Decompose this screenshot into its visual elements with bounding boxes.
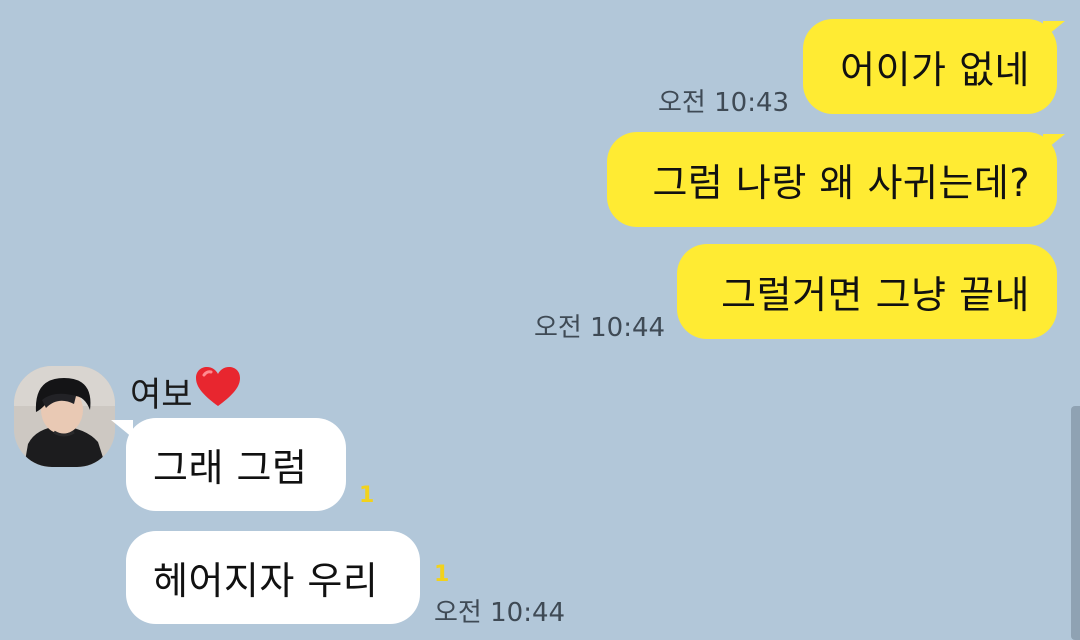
heart-icon	[195, 366, 241, 417]
message-text: 헤어지자 우리	[153, 559, 379, 603]
incoming-message-bubble[interactable]: 그래 그럼	[126, 418, 346, 511]
sender-name: 여보	[130, 366, 241, 417]
scrollbar[interactable]	[1071, 406, 1080, 640]
bubble-tail	[111, 420, 133, 438]
sender-name-label: 여보	[130, 375, 193, 415]
message-text: 그럴거면 그냥 끝내	[721, 273, 1030, 317]
bubble-tail	[1043, 134, 1065, 152]
message-timestamp: 오전 10:43	[658, 88, 790, 118]
message-timestamp: 오전 10:44	[434, 598, 566, 628]
unread-count: 1	[359, 483, 375, 508]
outgoing-message-bubble[interactable]: 그럼 나랑 왜 사귀는데?	[607, 132, 1057, 227]
bubble-tail	[1043, 21, 1065, 39]
unread-count: 1	[434, 562, 450, 587]
message-text: 그래 그럼	[153, 446, 308, 490]
message-text: 그럼 나랑 왜 사귀는데?	[652, 161, 1030, 205]
outgoing-message-bubble[interactable]: 그럴거면 그냥 끝내	[677, 244, 1057, 339]
message-text: 어이가 없네	[840, 48, 1030, 92]
avatar[interactable]	[14, 366, 115, 467]
outgoing-message-bubble[interactable]: 어이가 없네	[803, 19, 1057, 114]
incoming-message-bubble[interactable]: 헤어지자 우리	[126, 531, 420, 624]
message-timestamp: 오전 10:44	[534, 313, 666, 343]
